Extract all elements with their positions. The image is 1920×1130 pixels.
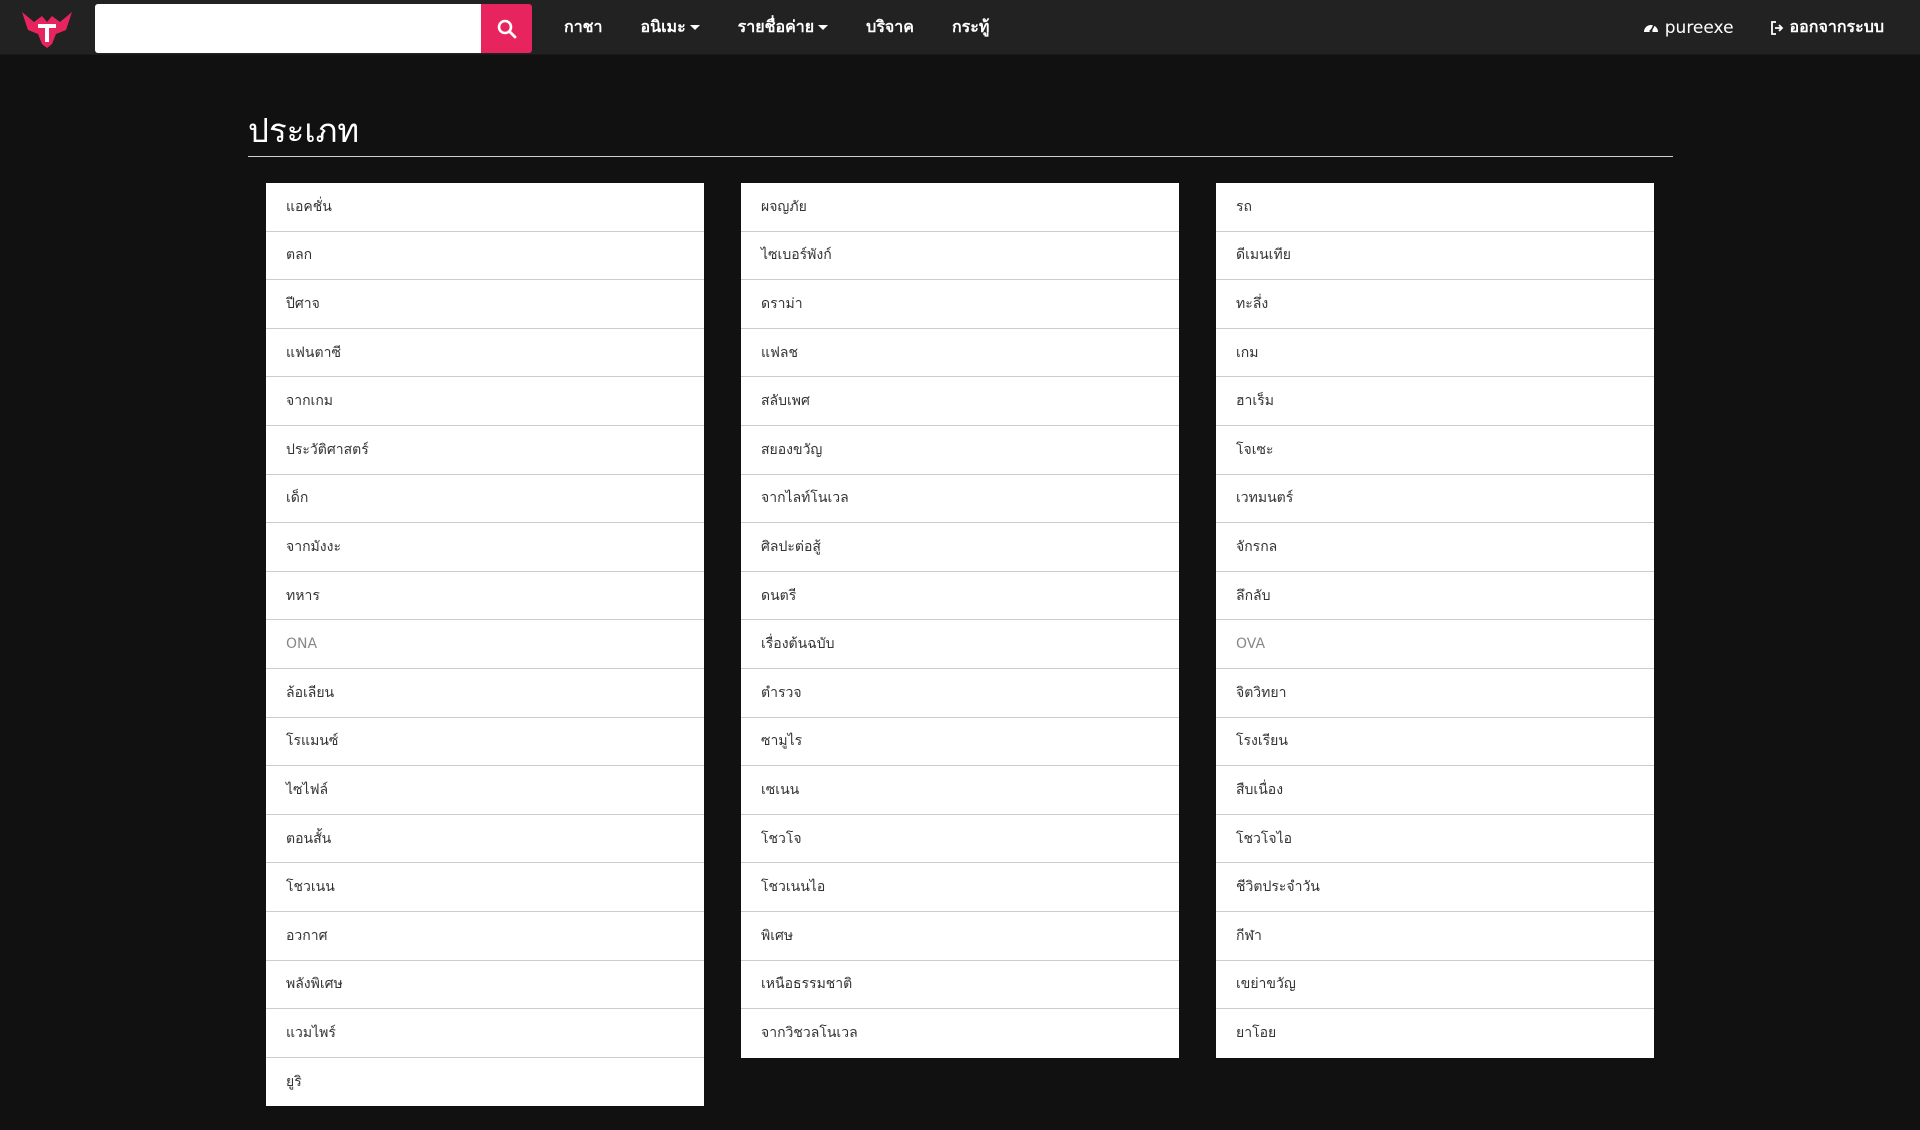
genre-link[interactable]: จากวิชวลโนเวล	[741, 1009, 1179, 1058]
genre-link[interactable]: ฮาเร็ม	[1216, 377, 1654, 426]
genre-link[interactable]: โชวเนน	[266, 863, 704, 912]
genre-link[interactable]: ลึกลับ	[1216, 572, 1654, 621]
genre-link[interactable]: เวทมนตร์	[1216, 475, 1654, 524]
genre-link[interactable]: ตลก	[266, 232, 704, 281]
genre-link[interactable]: ทหาร	[266, 572, 704, 621]
title-divider	[248, 156, 1673, 157]
genre-link[interactable]: สยองขวัญ	[741, 426, 1179, 475]
genre-link[interactable]: ดีเมนเทีย	[1216, 232, 1654, 281]
genre-link[interactable]: ประวัติศาสตร์	[266, 426, 704, 475]
genre-link[interactable]: โชวเนนไอ	[741, 863, 1179, 912]
genre-link[interactable]: ชีวิตประจำวัน	[1216, 863, 1654, 912]
nav-gacha[interactable]: กาชา	[545, 0, 622, 55]
genre-link[interactable]: จากไลท์โนเวล	[741, 475, 1179, 524]
search-icon	[497, 19, 517, 39]
genre-link[interactable]: โจเซะ	[1216, 426, 1654, 475]
genre-link[interactable]: ปีศาจ	[266, 280, 704, 329]
username: pureexe	[1664, 17, 1734, 38]
genre-link[interactable]: ศิลปะต่อสู้	[741, 523, 1179, 572]
page-title: ประเภท	[248, 111, 360, 150]
genre-link[interactable]: ตอนสั้น	[266, 815, 704, 864]
genre-link[interactable]: ยูริ	[266, 1058, 704, 1107]
genre-link[interactable]: พลังพิเศษ	[266, 961, 704, 1010]
genre-link[interactable]: กีฬา	[1216, 912, 1654, 961]
main-nav: กาชา อนิเมะ รายชื่อค่าย บริจาค กระทู้	[545, 0, 1008, 55]
genre-link[interactable]: จากเกม	[266, 377, 704, 426]
genre-link[interactable]: แอคชั่น	[266, 183, 704, 232]
logout-label: ออกจากระบบ	[1789, 17, 1884, 36]
user-nav: pureexe ออกจากระบบ	[1625, 0, 1902, 55]
nav-gacha-label: กาชา	[564, 17, 603, 36]
genre-link[interactable]: ONA	[266, 620, 704, 669]
genre-list-column-2: ผจญภัย ไซเบอร์พังก์ ดราม่า แฟลช สลับเพศ สยองข…	[741, 183, 1179, 1058]
nav-anime-dropdown[interactable]: อนิเมะ	[622, 0, 719, 55]
genre-link[interactable]: เซเนน	[741, 766, 1179, 815]
genre-link[interactable]: จักรกล	[1216, 523, 1654, 572]
genre-link[interactable]: โรแมนซ์	[266, 718, 704, 767]
top-navbar: กาชา อนิเมะ รายชื่อค่าย บริจาค กระทู้ pu…	[0, 0, 1920, 55]
sign-out-icon	[1770, 20, 1784, 35]
genre-link[interactable]: แฟนตาซี	[266, 329, 704, 378]
nav-anime-label: อนิเมะ	[640, 17, 686, 36]
user-profile-link[interactable]: pureexe	[1625, 0, 1752, 55]
genre-link[interactable]: ยาโอย	[1216, 1009, 1654, 1058]
genre-link[interactable]: ดราม่า	[741, 280, 1179, 329]
genre-link[interactable]: เหนือธรรมชาติ	[741, 961, 1179, 1010]
search-input[interactable]	[95, 4, 481, 53]
dashboard-icon	[1643, 20, 1659, 36]
genre-link[interactable]: OVA	[1216, 620, 1654, 669]
nav-donate[interactable]: บริจาค	[847, 0, 933, 55]
genre-link[interactable]: จากมังงะ	[266, 523, 704, 572]
genre-link[interactable]: พิเศษ	[741, 912, 1179, 961]
genre-link[interactable]: เรื่องต้นฉบับ	[741, 620, 1179, 669]
genre-link[interactable]: ผจญภัย	[741, 183, 1179, 232]
genre-link[interactable]: ล้อเลียน	[266, 669, 704, 718]
genre-link[interactable]: ไซไฟล์	[266, 766, 704, 815]
genre-link[interactable]: สืบเนื่อง	[1216, 766, 1654, 815]
genre-link[interactable]: ตำรวจ	[741, 669, 1179, 718]
search-button[interactable]	[481, 4, 532, 53]
genre-link[interactable]: ทะลึ่ง	[1216, 280, 1654, 329]
nav-studios-dropdown[interactable]: รายชื่อค่าย	[719, 0, 847, 55]
nav-studios-label: รายชื่อค่าย	[737, 17, 815, 36]
genre-link[interactable]: จิตวิทยา	[1216, 669, 1654, 718]
genre-list-column-3: รถ ดีเมนเทีย ทะลึ่ง เกม ฮาเร็ม โจเซะ เวทมนตร์จ…	[1216, 183, 1654, 1058]
genre-link[interactable]: ซามูไร	[741, 718, 1179, 767]
genre-link[interactable]: เกม	[1216, 329, 1654, 378]
genre-link[interactable]: แฟลช	[741, 329, 1179, 378]
genre-link[interactable]: รถ	[1216, 183, 1654, 232]
genre-link[interactable]: สลับเพศ	[741, 377, 1179, 426]
genre-link[interactable]: เขย่าขวัญ	[1216, 961, 1654, 1010]
genre-link[interactable]: แวมไพร์	[266, 1009, 704, 1058]
search-bar	[95, 4, 532, 53]
caret-down-icon	[689, 25, 700, 30]
genre-link[interactable]: โชวโจไอ	[1216, 815, 1654, 864]
nav-forum-label: กระทู้	[951, 17, 990, 36]
genre-list-column-1: แอคชั่น ตลก ปีศาจ แฟนตาซี จากเกม ประวัติศาสตร…	[266, 183, 704, 1107]
genre-link[interactable]: โรงเรียน	[1216, 718, 1654, 767]
genre-link[interactable]: อวกาศ	[266, 912, 704, 961]
genre-link[interactable]: โชวโจ	[741, 815, 1179, 864]
nav-forum[interactable]: กระทู้	[933, 0, 1008, 55]
genre-link[interactable]: ดนตรี	[741, 572, 1179, 621]
caret-down-icon	[818, 25, 829, 30]
logout-link[interactable]: ออกจากระบบ	[1752, 0, 1902, 55]
genre-link[interactable]: เด็ก	[266, 475, 704, 524]
nav-donate-label: บริจาค	[866, 17, 914, 36]
genre-link[interactable]: ไซเบอร์พังก์	[741, 232, 1179, 281]
site-logo[interactable]	[20, 8, 74, 48]
